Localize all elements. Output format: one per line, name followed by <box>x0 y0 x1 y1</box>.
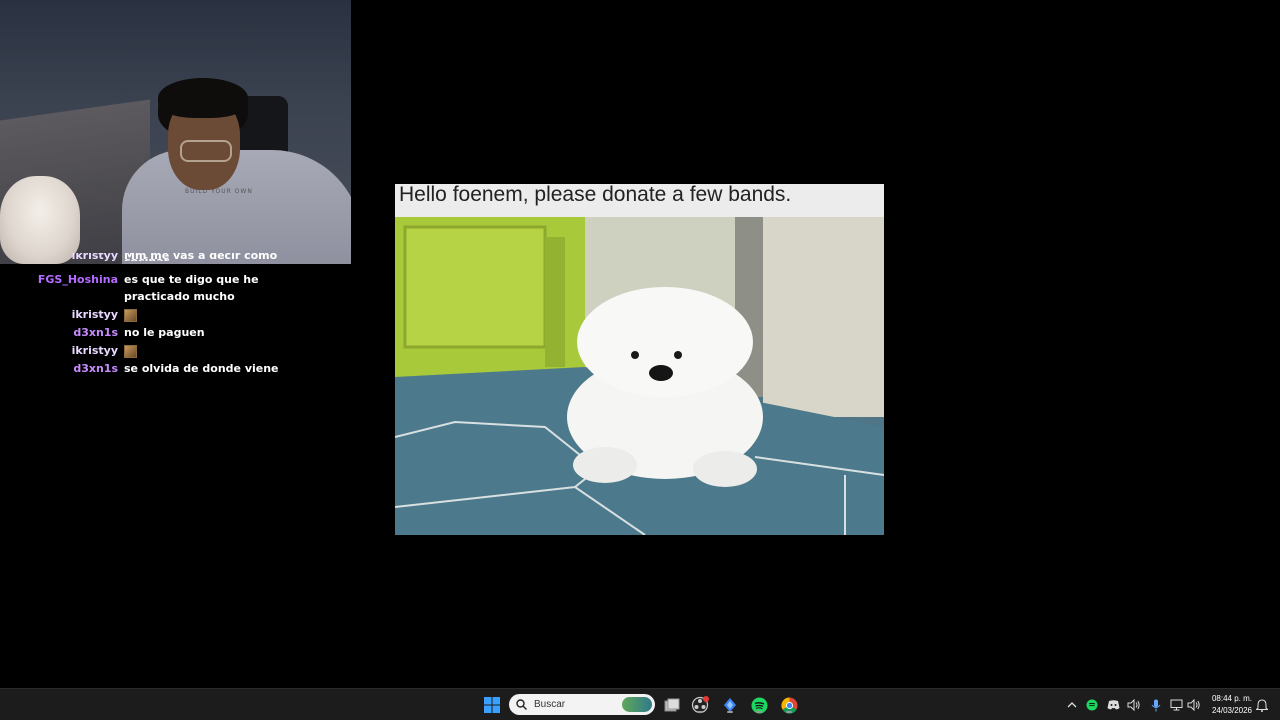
speaker-icon[interactable] <box>1186 695 1202 715</box>
system-clock[interactable]: 08:44 p. m. 24/03/2026 <box>1212 693 1252 717</box>
chat-username: d3xn1s <box>73 326 118 339</box>
clock-time: 08:44 p. m. <box>1211 694 1252 703</box>
chat-text <box>124 306 324 323</box>
visual-studio-icon[interactable] <box>720 695 740 715</box>
running-indicator <box>786 711 792 713</box>
spotify-tray-icon[interactable] <box>1084 695 1100 715</box>
microphone-icon[interactable] <box>1148 695 1164 715</box>
running-indicator <box>756 711 762 713</box>
streamer-glasses <box>180 140 232 162</box>
notification-icon[interactable] <box>1254 695 1270 715</box>
task-view-icon[interactable] <box>662 695 682 715</box>
spotify-icon[interactable] <box>749 695 769 715</box>
chat-username: d3xn1s <box>73 362 118 375</box>
chat-username: ikristyy <box>71 308 118 321</box>
stream-canvas: BUILD YOUR OWN ikristyy Mm me vas a deci… <box>0 0 1280 688</box>
network-icon[interactable] <box>1169 695 1185 715</box>
chat-message: ikristyy <box>0 306 351 323</box>
webcam-feed: BUILD YOUR OWN <box>0 0 351 264</box>
chat-username: ikristyy <box>71 253 118 261</box>
chat-message: d3xn1s se olvida de donde viene <box>0 360 351 377</box>
obs-icon[interactable] <box>690 695 710 715</box>
cat-overlay <box>0 176 80 264</box>
chat-username: ikristyy <box>71 344 118 357</box>
taskbar-search-box[interactable]: Buscar <box>509 694 655 715</box>
chrome-icon[interactable] <box>779 695 799 715</box>
chevron-up-icon[interactable] <box>1064 695 1080 715</box>
cat-emote-icon <box>124 308 137 322</box>
discord-icon[interactable] <box>1105 695 1121 715</box>
chat-text: es que te digo que he practicado mucho <box>124 273 259 303</box>
volume-icon[interactable] <box>1126 695 1142 715</box>
chat-text: no le paguen <box>124 326 205 339</box>
cat-emote-icon <box>124 344 137 358</box>
search-icon <box>516 699 527 710</box>
shirt-text: BUILD YOUR OWN <box>185 188 253 195</box>
chat-overlay: ikristyy Mm me vas a decir como cocinar … <box>0 253 351 378</box>
chat-text: Mm me vas a decir como cocinar <box>124 253 278 261</box>
chat-text <box>124 342 324 359</box>
search-highlight-icon <box>622 697 652 712</box>
chat-username: FGS_Hoshina <box>37 273 118 286</box>
chat-text: se olvida de donde viene <box>124 362 279 375</box>
chat-message: d3xn1s no le paguen <box>0 324 351 341</box>
chat-message: FGS_Hoshina es que te digo que he practi… <box>0 271 351 305</box>
meme-caption: Hello foenem, please donate a few bands. <box>395 184 884 217</box>
meme-image: Hello foenem, please donate a few bands. <box>395 184 884 535</box>
streamer-hair-front <box>158 78 248 118</box>
search-placeholder: Buscar <box>534 699 566 710</box>
windows-start-icon[interactable] <box>482 695 502 715</box>
chat-message: ikristyy Mm me vas a decir como cocinar <box>0 253 351 261</box>
running-indicator <box>697 711 703 713</box>
dog-photo <box>395 217 884 535</box>
windows-taskbar: Buscar 08:44 p. m. 24/03/2026 <box>0 688 1280 720</box>
chat-message: ikristyy <box>0 342 351 359</box>
clock-date: 24/03/2026 <box>1211 706 1252 715</box>
running-indicator <box>727 711 733 713</box>
